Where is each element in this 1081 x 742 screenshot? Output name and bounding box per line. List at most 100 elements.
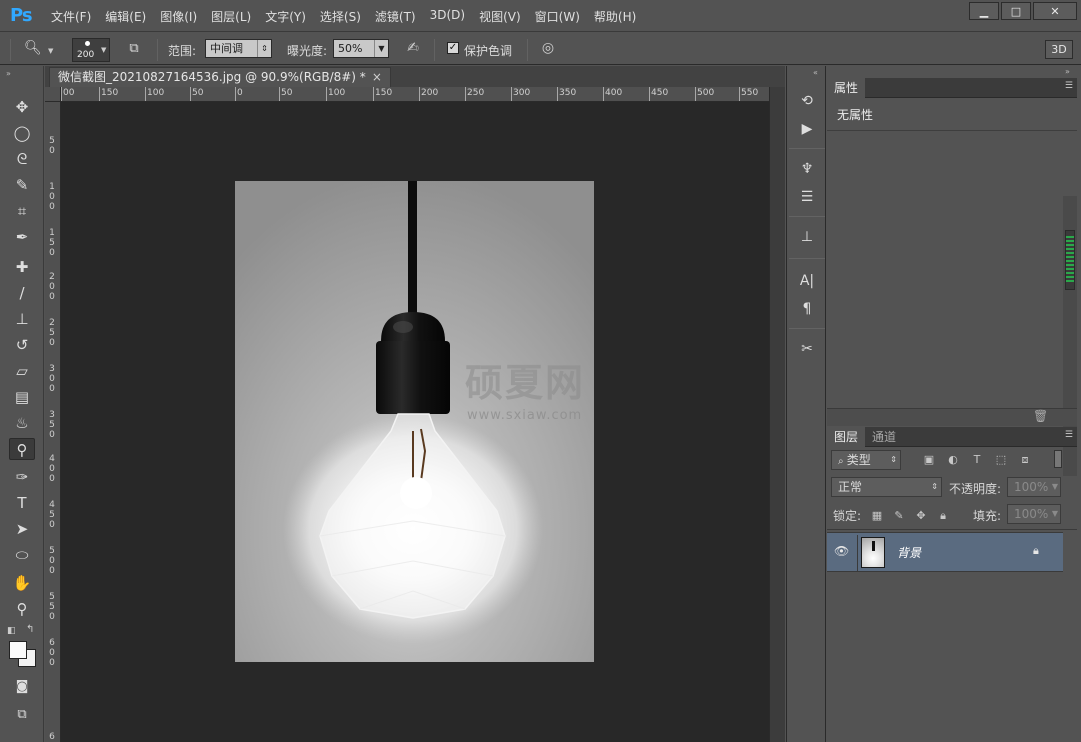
eyedropper-tool-icon[interactable]: ✒ (9, 226, 35, 248)
menu-item[interactable]: 选择(S) (313, 8, 368, 25)
document-tab[interactable]: 微信截图_20210827164536.jpg @ 90.9%(RGB/8#) … (49, 67, 391, 87)
lasso-tool-icon[interactable]: ᘓ (9, 148, 35, 170)
ruler-label: 3 (49, 410, 55, 420)
menu-item[interactable]: 3D(D) (423, 8, 472, 25)
tab-layers[interactable]: 图层 (827, 427, 866, 447)
filter-type-icon[interactable]: T (969, 452, 985, 468)
swap-colors-icon[interactable]: ↰ (26, 624, 34, 635)
ruler-label: 0 (237, 88, 243, 98)
panel-menu-icon[interactable]: ☰ (1065, 430, 1073, 440)
separator (527, 39, 528, 61)
brush-settings-icon[interactable]: ☰ (795, 186, 819, 208)
menu-item[interactable]: 图层(L) (204, 8, 258, 25)
menu-item[interactable]: 文件(F) (44, 8, 98, 25)
pen-tool-icon[interactable]: ✑ (9, 466, 35, 488)
ruler-label: 0 (49, 282, 55, 292)
chevron-down-icon: ▼ (374, 40, 388, 57)
history-brush-tool-icon[interactable]: ↺ (9, 334, 35, 356)
quick-mask-icon[interactable]: ◙ (9, 676, 35, 698)
tab-properties[interactable]: 属性 (827, 78, 866, 98)
close-tab-icon[interactable]: × (372, 70, 382, 84)
ruler-label: 1 (49, 228, 55, 238)
brush-panel-toggle-icon[interactable]: ⧉ (124, 41, 144, 59)
tool-presets-icon[interactable]: ✂ (795, 338, 819, 360)
opacity-input[interactable]: 100% ▼ (1007, 477, 1061, 497)
screen-mode-icon[interactable]: ⧉ (9, 704, 35, 726)
trash-icon[interactable]: 🗑︎ (1033, 409, 1048, 423)
menu-item[interactable]: 图像(I) (153, 8, 204, 25)
canvas-area[interactable]: 硕夏网 www.sxiaw.com (61, 102, 769, 742)
ruler-label: 0 (49, 192, 55, 202)
marquee-tool-icon[interactable]: ◯ (9, 122, 35, 144)
filter-adjustment-icon[interactable]: ◐ (945, 452, 961, 468)
history-icon[interactable]: ⟲ (795, 90, 819, 112)
zoom-tool-icon[interactable]: ⚲ (9, 598, 35, 620)
paragraph-icon[interactable]: ¶ (795, 298, 819, 320)
clone-stamp-tool-icon[interactable]: ⊥ (9, 308, 35, 330)
filter-shape-icon[interactable]: ⬚ (993, 452, 1009, 468)
foreground-color-swatch[interactable] (9, 641, 27, 659)
ruler-label: 100 (328, 88, 346, 98)
separator (434, 39, 435, 61)
lock-all-icon[interactable]: 🔒︎ (935, 508, 951, 524)
eraser-tool-icon[interactable]: ▱ (9, 360, 35, 382)
filter-toggle[interactable] (1054, 450, 1062, 468)
quick-selection-tool-icon[interactable]: ✎ (9, 174, 35, 196)
default-colors-icon[interactable]: ◧ (7, 626, 16, 636)
move-tool-icon[interactable]: ✥ (9, 96, 35, 118)
lock-transparent-icon[interactable]: ▦ (869, 508, 885, 524)
path-selection-tool-icon[interactable]: ➤ (9, 518, 35, 540)
collapse-toolbar-icon[interactable]: » (6, 69, 11, 78)
filter-pixel-icon[interactable]: ▣ (921, 452, 937, 468)
ruler-origin[interactable] (45, 87, 61, 102)
dodge-tool-icon[interactable]: ⚲ (9, 438, 35, 460)
dodge-tool-preset-icon[interactable]: 🔍︎ (24, 40, 44, 58)
blend-mode-select[interactable]: 正常 ⇕ (831, 477, 942, 497)
exposure-input[interactable]: 50% ▼ (333, 39, 389, 58)
layer-row-background[interactable]: 👁︎ 背景 🔒︎ (827, 532, 1063, 572)
ruler-label: 0 (49, 338, 55, 348)
menu-item[interactable]: 滤镜(T) (368, 8, 423, 25)
crop-tool-icon[interactable]: ⌗ (9, 200, 35, 222)
menu-item[interactable]: 窗口(W) (528, 8, 587, 25)
brush-preview[interactable]: 200 ▼ (72, 38, 110, 62)
vertical-scrollbar[interactable] (769, 87, 785, 742)
shape-tool-icon[interactable]: ⬭ (9, 544, 35, 566)
options-grip (10, 39, 11, 61)
character-icon[interactable]: A| (795, 270, 819, 292)
actions-play-icon[interactable]: ▶ (795, 118, 819, 140)
layer-filter-kind[interactable]: ⌕ 类型 ⇕ (831, 450, 901, 470)
range-select[interactable]: 中间调 ⇕ (205, 39, 272, 58)
panel-menu-icon[interactable]: ☰ (1065, 81, 1073, 91)
clone-source-icon[interactable]: ⊥ (795, 226, 819, 248)
layer-name[interactable]: 背景 (897, 544, 921, 561)
lock-image-icon[interactable]: ✎ (891, 508, 907, 524)
hand-tool-icon[interactable]: ✋ (9, 572, 35, 594)
type-tool-icon[interactable]: T (9, 492, 35, 514)
preset-dropdown-icon[interactable]: ▼ (48, 47, 53, 55)
menu-item[interactable]: 帮助(H) (587, 8, 643, 25)
minimize-button[interactable]: ▁ (969, 2, 999, 20)
brush-presets-icon[interactable]: ♆ (795, 158, 819, 180)
collapse-right-icon[interactable]: » (1065, 67, 1070, 76)
close-button[interactable]: ✕ (1033, 2, 1077, 20)
blur-tool-icon[interactable]: ♨ (9, 412, 35, 434)
menu-item[interactable]: 编辑(E) (98, 8, 153, 25)
3d-mode-button[interactable]: 3D (1045, 40, 1073, 59)
pressure-size-icon[interactable]: ◎ (537, 40, 559, 60)
lock-position-icon[interactable]: ✥ (913, 508, 929, 524)
healing-brush-tool-icon[interactable]: ✚ (9, 256, 35, 278)
gradient-tool-icon[interactable]: ▤ (9, 386, 35, 408)
brush-tool-icon[interactable]: / (9, 282, 35, 304)
right-panels: » 属性 ☰ 无属性 🗑︎ 图层 通道 ☰ ⌕ 类型 ⇕ ▣ ◐ T ⬚ ⧈ 正常… (827, 66, 1081, 742)
visibility-eye-icon[interactable]: 👁︎ (834, 544, 849, 558)
airbrush-icon[interactable]: ✍ (402, 40, 424, 60)
tab-channels[interactable]: 通道 (865, 427, 903, 447)
menu-item[interactable]: 文字(Y) (258, 8, 313, 25)
filter-smart-object-icon[interactable]: ⧈ (1017, 452, 1033, 468)
maximize-button[interactable]: □ (1001, 2, 1031, 20)
collapse-dock-icon[interactable]: « (813, 68, 818, 77)
fill-input[interactable]: 100% ▼ (1007, 504, 1061, 524)
protect-tones-checkbox[interactable]: ✓ (447, 42, 459, 54)
menu-item[interactable]: 视图(V) (472, 8, 528, 25)
